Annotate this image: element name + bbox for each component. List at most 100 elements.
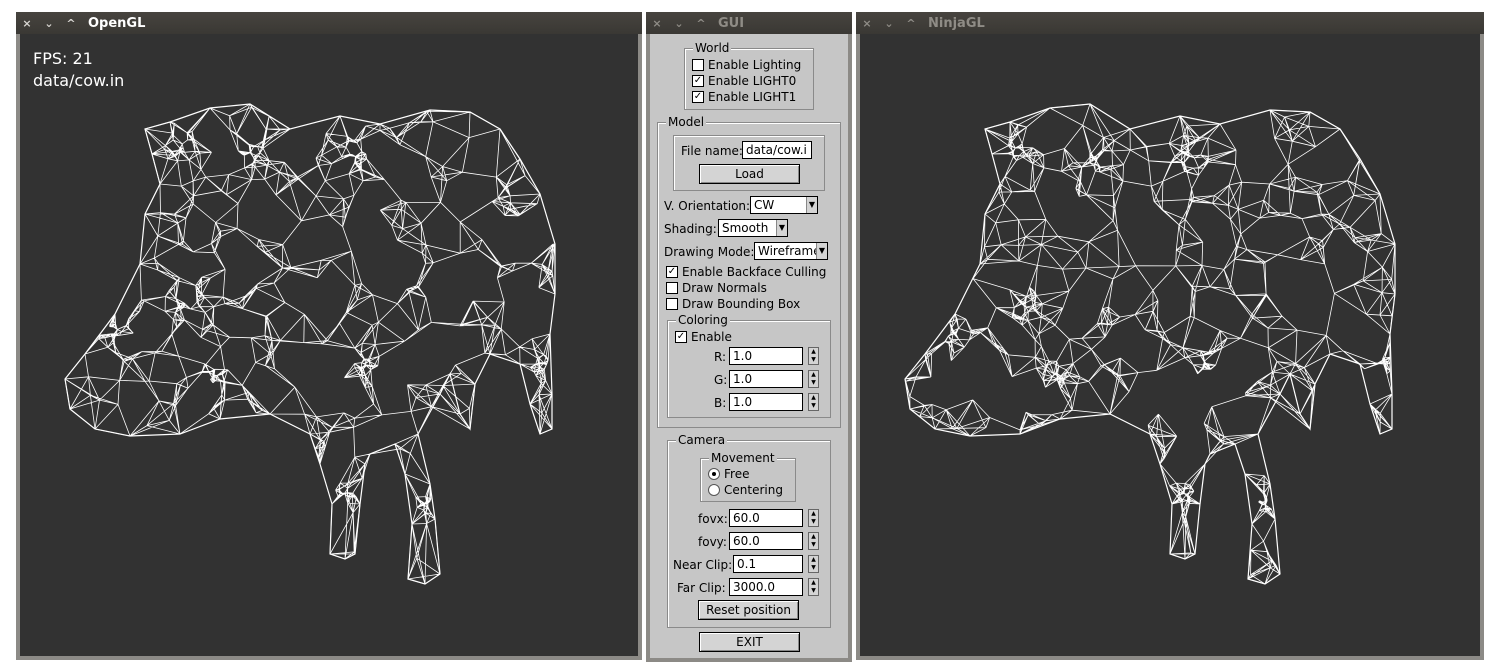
shading-dropdown[interactable]: Smooth ▼ <box>718 219 788 237</box>
spin-down-icon: ▼ <box>811 356 816 363</box>
free-radio[interactable] <box>708 468 720 480</box>
coloring-enable-checkbox[interactable]: ✓ <box>675 331 687 343</box>
movement-legend: Movement <box>709 451 777 465</box>
draw-normals-label: Draw Normals <box>682 281 767 295</box>
fovy-spinner[interactable]: ▲ ▼ <box>808 532 819 550</box>
fovy-input[interactable]: 60.0 <box>729 532 803 550</box>
spin-down-icon: ▼ <box>811 518 816 525</box>
far-clip-spinner[interactable]: ▲ ▼ <box>808 578 819 596</box>
chevron-down-icon: ▼ <box>776 220 787 236</box>
draw-bounding-box-label: Draw Bounding Box <box>682 297 801 311</box>
spin-down-icon: ▼ <box>811 402 816 409</box>
cow-mesh-edges <box>64 103 556 585</box>
b-label: B: <box>714 396 727 410</box>
shading-label: Shading: <box>664 222 717 236</box>
spin-down-icon: ▼ <box>811 379 816 386</box>
ninjagl-canvas[interactable] <box>860 34 1480 656</box>
backface-culling-checkbox[interactable]: ✓ <box>666 266 678 278</box>
opengl-titlebar: × ⌄ ^ OpenGL <box>16 12 642 34</box>
minimize-icon[interactable]: ⌄ <box>878 12 900 34</box>
chevron-down-icon: ▼ <box>806 197 817 213</box>
close-icon[interactable]: × <box>856 12 878 34</box>
orientation-dropdown[interactable]: CW ▼ <box>750 196 818 214</box>
cow-mesh-edges <box>904 103 1396 585</box>
spin-down-icon: ▼ <box>811 541 816 548</box>
world-legend: World <box>693 41 732 55</box>
drawing-mode-dropdown[interactable]: Wireframe ▼ <box>754 242 828 260</box>
close-icon[interactable]: × <box>16 12 38 34</box>
far-clip-input[interactable]: 3000.0 <box>729 578 803 596</box>
fovx-label: fovx: <box>698 512 728 526</box>
centering-radio[interactable] <box>708 484 720 496</box>
free-label: Free <box>724 467 750 481</box>
g-label: G: <box>714 373 728 387</box>
shading-value: Smooth <box>722 221 769 235</box>
spin-up-icon: ▲ <box>811 348 816 355</box>
enable-light0-label: Enable LIGHT0 <box>708 74 797 88</box>
spin-down-icon: ▼ <box>811 587 816 594</box>
cow-mesh-outline <box>64 103 556 585</box>
cow-wireframe-model <box>64 103 556 585</box>
centering-label: Centering <box>724 483 783 497</box>
spin-down-icon: ▼ <box>811 564 816 571</box>
cow-wireframe-model <box>904 103 1396 585</box>
opengl-canvas[interactable]: FPS: 21 data/cow.in <box>20 34 638 656</box>
chevron-down-icon: ▼ <box>816 243 827 259</box>
enable-light0-checkbox[interactable]: ✓ <box>692 75 704 87</box>
enable-light1-label: Enable LIGHT1 <box>708 90 797 104</box>
gui-panel: World Enable Lighting ✓ Enable LIGHT0 ✓ … <box>650 34 848 658</box>
fovy-label: fovy: <box>698 535 727 549</box>
camera-legend: Camera <box>676 433 728 447</box>
enable-light1-checkbox[interactable]: ✓ <box>692 91 704 103</box>
exit-button[interactable]: EXIT <box>699 632 800 652</box>
opengl-window: × ⌄ ^ OpenGL FPS: 21 data/cow.in <box>16 12 642 660</box>
enable-lighting-label: Enable Lighting <box>708 58 802 72</box>
backface-culling-label: Enable Backface Culling <box>682 265 827 279</box>
ninjagl-window: × ⌄ ^ NinjaGL <box>856 12 1484 660</box>
spin-up-icon: ▲ <box>811 579 816 586</box>
gui-titlebar: × ⌄ ^ GUI <box>646 12 852 34</box>
orientation-label: V. Orientation: <box>664 199 751 213</box>
maximize-icon[interactable]: ^ <box>60 12 82 34</box>
close-icon[interactable]: × <box>646 12 668 34</box>
orientation-value: CW <box>754 198 775 212</box>
load-button[interactable]: Load <box>699 164 800 184</box>
coloring-legend: Coloring <box>676 313 730 327</box>
minimize-icon[interactable]: ⌄ <box>668 12 690 34</box>
drawing-mode-label: Drawing Mode: <box>664 245 755 259</box>
reset-position-button[interactable]: Reset position <box>698 600 799 620</box>
b-spinner[interactable]: ▲ ▼ <box>808 393 819 411</box>
r-label: R: <box>714 350 727 364</box>
near-clip-spinner[interactable]: ▲ ▼ <box>808 555 819 573</box>
enable-lighting-checkbox[interactable] <box>692 59 704 71</box>
spin-up-icon: ▲ <box>811 556 816 563</box>
b-input[interactable]: 1.0 <box>729 393 803 411</box>
spin-up-icon: ▲ <box>811 533 816 540</box>
gui-window: × ⌄ ^ GUI World Enable Lighting ✓ Enable… <box>646 12 852 662</box>
model-legend: Model <box>666 115 707 129</box>
minimize-icon[interactable]: ⌄ <box>38 12 60 34</box>
window-title: GUI <box>718 15 745 31</box>
file-name-input[interactable]: data/cow.i <box>742 141 812 159</box>
near-clip-label: Near Clip: <box>673 558 733 572</box>
window-title: OpenGL <box>88 15 146 31</box>
spin-up-icon: ▲ <box>811 510 816 517</box>
draw-bounding-box-checkbox[interactable] <box>666 298 678 310</box>
coloring-enable-label: Enable <box>691 330 732 344</box>
r-input[interactable]: 1.0 <box>729 347 803 365</box>
g-spinner[interactable]: ▲ ▼ <box>808 370 819 388</box>
spin-up-icon: ▲ <box>811 371 816 378</box>
file-name-label: File name: <box>681 144 743 158</box>
spin-up-icon: ▲ <box>811 394 816 401</box>
draw-normals-checkbox[interactable] <box>666 282 678 294</box>
far-clip-label: Far Clip: <box>677 581 726 595</box>
r-spinner[interactable]: ▲ ▼ <box>808 347 819 365</box>
maximize-icon[interactable]: ^ <box>690 12 712 34</box>
fovx-spinner[interactable]: ▲ ▼ <box>808 509 819 527</box>
drawing-mode-value: Wireframe <box>758 244 821 258</box>
g-input[interactable]: 1.0 <box>729 370 803 388</box>
near-clip-input[interactable]: 0.1 <box>733 555 803 573</box>
maximize-icon[interactable]: ^ <box>900 12 922 34</box>
fovx-input[interactable]: 60.0 <box>729 509 803 527</box>
window-title: NinjaGL <box>928 15 985 31</box>
